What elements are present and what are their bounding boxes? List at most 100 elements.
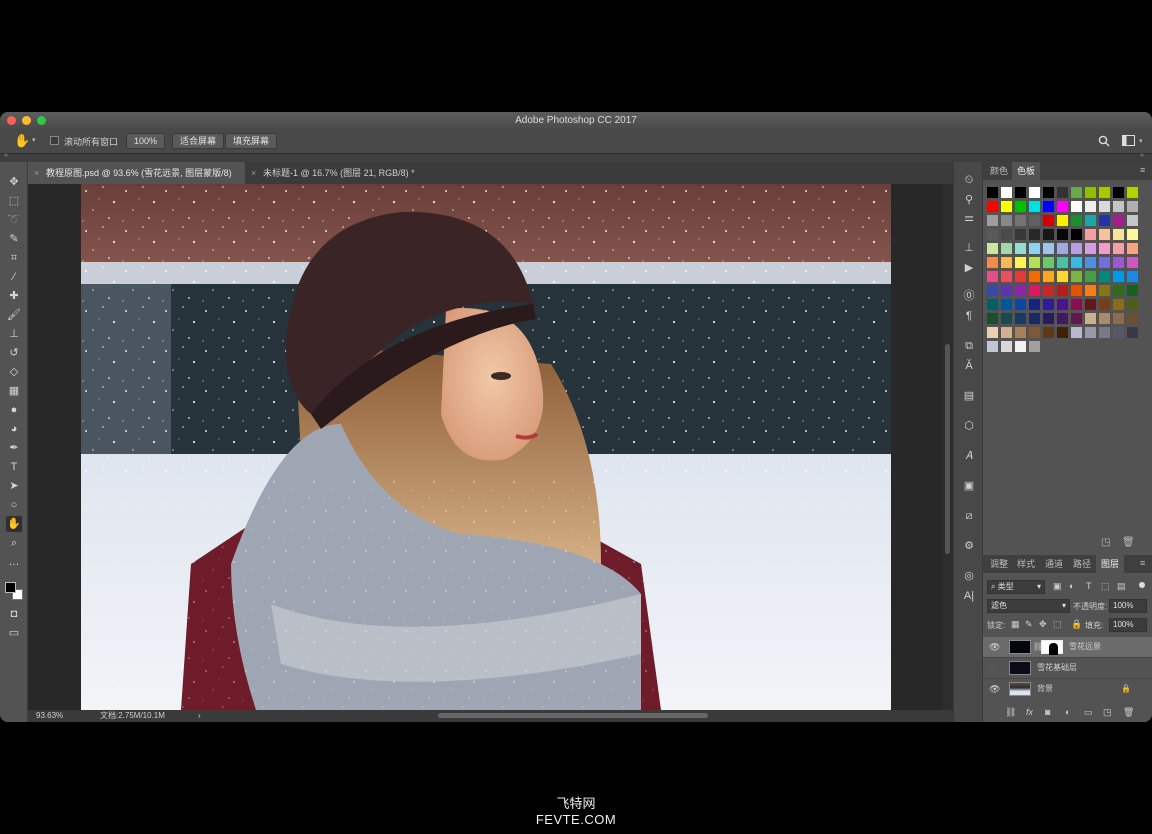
color-swatch[interactable] [1043,271,1054,282]
color-swatch[interactable] [1113,243,1124,254]
color-swatch[interactable] [1029,271,1040,282]
color-swatch[interactable] [1099,215,1110,226]
color-swatch[interactable] [1015,257,1026,268]
color-swatch[interactable] [1015,299,1026,310]
delete-swatch-icon[interactable]: 🗑 [1122,537,1135,548]
color-swatch[interactable] [1127,215,1138,226]
tab-channels[interactable]: 通道 [1040,555,1068,573]
color-swatch[interactable] [1043,313,1054,324]
color-swatch[interactable] [1127,201,1138,212]
color-swatch[interactable] [1015,341,1026,352]
creative-cloud-icon[interactable]: ◎ [961,568,977,584]
color-swatch[interactable] [1113,313,1124,324]
color-swatch[interactable] [1043,201,1054,212]
status-menu-arrow[interactable]: › [198,710,201,722]
color-swatch[interactable] [1001,243,1012,254]
color-swatch[interactable] [987,271,998,282]
color-swatch[interactable] [1085,257,1096,268]
brush-panel-icon[interactable]: ⚲ [961,192,977,208]
layer-name[interactable]: 雪花基础层 [1037,658,1077,678]
color-swatch[interactable] [1071,271,1082,282]
color-swatch[interactable] [1029,229,1040,240]
color-swatch[interactable] [1099,271,1110,282]
color-swatch[interactable] [1085,313,1096,324]
layer-row[interactable]: 👁 背景 🔒 [983,678,1152,698]
maximize-window-button[interactable] [37,116,46,125]
layer-name[interactable]: 背景 [1037,679,1053,699]
fill-screen-button[interactable]: 填充屏幕 [225,133,278,149]
color-swatch[interactable] [1043,243,1054,254]
color-swatch[interactable] [1113,215,1124,226]
color-swatch[interactable] [1029,313,1040,324]
color-swatch[interactable] [1113,229,1124,240]
history-brush-tool-icon[interactable]: ↺ [6,345,22,361]
eraser-tool-icon[interactable]: ◇ [6,364,22,380]
layer-filter-select[interactable]: ⌕ 类型 ▾ [987,580,1045,594]
color-swatch[interactable] [1057,187,1068,198]
more-tools-icon[interactable]: … [6,554,22,570]
tab-paths[interactable]: 路径 [1068,555,1096,573]
move-tool-icon[interactable]: ✥ [6,174,22,190]
color-swatch[interactable] [1127,299,1138,310]
tab-layers[interactable]: 图层 [1096,555,1125,573]
layer-row[interactable]: □ 雪花基础层 [983,657,1152,677]
lock-transparent-icon[interactable]: ▦ [1011,619,1020,630]
properties-panel-icon[interactable]: ⚌ [961,210,977,226]
color-swatch[interactable] [1085,229,1096,240]
color-swatch[interactable] [1071,327,1082,338]
lock-artboard-icon[interactable]: ⬚ [1053,619,1062,630]
color-swatch[interactable] [1127,243,1138,254]
color-swatch[interactable] [1015,285,1026,296]
color-swatch[interactable] [1001,327,1012,338]
scroll-all-windows-checkbox[interactable] [50,136,59,145]
color-swatch[interactable] [1113,257,1124,268]
document-canvas[interactable] [81,184,891,710]
layer-comps-icon[interactable]: ▣ [961,478,977,494]
color-swatch[interactable] [1043,299,1054,310]
clone-stamp-tool-icon[interactable]: ⊥ [6,326,22,342]
color-swatch[interactable] [1057,201,1068,212]
color-swatch[interactable] [1029,243,1040,254]
color-swatch[interactable] [1085,299,1096,310]
foreground-color-swatch[interactable] [5,582,16,593]
color-swatch[interactable] [987,327,998,338]
mask-icon[interactable]: ◙ [1045,707,1050,717]
notes-panel-icon[interactable]: ▤ [961,388,977,404]
eye-icon[interactable]: 👁 [989,637,1000,657]
color-swatch[interactable] [1001,187,1012,198]
crop-tool-icon[interactable]: ⌗ [6,250,22,266]
filter-smart-object-icon[interactable]: ▤ [1117,581,1126,592]
color-swatch[interactable] [1071,285,1082,296]
screen-mode-icon[interactable]: ▭ [6,625,22,641]
ellipse-tool-icon[interactable]: ○ [6,497,22,513]
link-icon[interactable]: ⛓ [1005,707,1016,718]
color-swatch[interactable] [1099,201,1110,212]
color-swatch[interactable] [987,285,998,296]
hand-tool-icon[interactable]: ✋ [6,516,22,532]
color-swatch[interactable] [1029,299,1040,310]
color-swatch[interactable] [1099,299,1110,310]
lock-all-icon[interactable]: 🔒 [1071,619,1082,630]
color-swatch[interactable] [1071,229,1082,240]
color-swatch[interactable] [1015,327,1026,338]
paragraph-panel-icon[interactable]: ¶ [961,308,977,324]
color-swatch[interactable] [1099,285,1110,296]
color-swatch[interactable] [1015,229,1026,240]
blur-tool-icon[interactable]: ● [6,402,22,418]
lock-position-icon[interactable]: ✥ [1039,619,1047,630]
expand-arrows-icon[interactable]: » [1140,152,1144,159]
color-swatch[interactable] [1001,271,1012,282]
panel-menu-icon[interactable]: ≡ [1140,165,1145,175]
color-swatch[interactable] [1043,187,1054,198]
info-panel-icon[interactable]: ⓪ [961,288,977,304]
layer-name[interactable]: 雪花远景 [1069,637,1101,657]
color-swatch[interactable] [1113,299,1124,310]
scroll-thumb[interactable] [945,344,950,554]
fill-input[interactable]: 100% [1109,618,1147,632]
color-swatch[interactable] [987,201,998,212]
color-swatch[interactable] [1001,215,1012,226]
color-swatch[interactable] [1071,313,1082,324]
color-swatch[interactable] [1057,271,1068,282]
horizontal-scrollbar[interactable] [438,713,708,718]
color-swatch[interactable] [1001,201,1012,212]
